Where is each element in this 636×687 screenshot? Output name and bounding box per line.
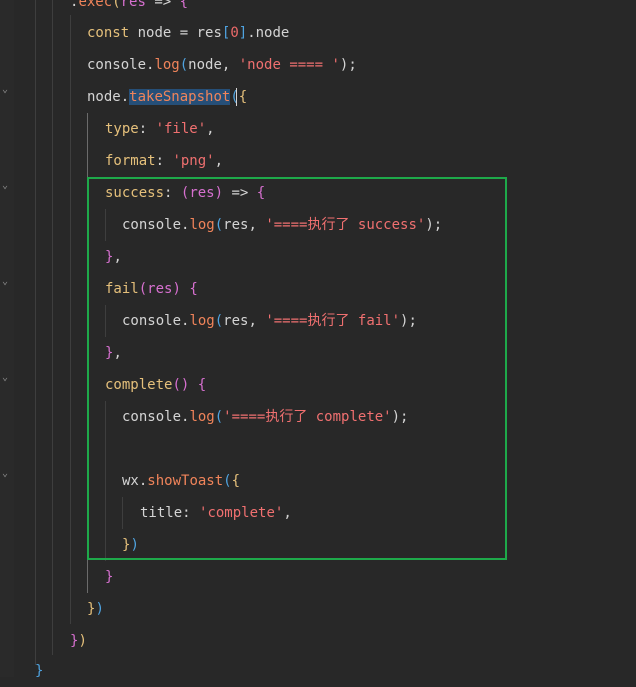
code-line: format: 'png', xyxy=(105,145,223,177)
code-token: , xyxy=(206,121,215,137)
fold-chevron-icon[interactable]: ⌄ xyxy=(2,277,11,287)
selected-token[interactable]: takeSnapshot xyxy=(129,89,231,105)
code-line: const node = res[0].node xyxy=(87,17,289,49)
code-token: ] xyxy=(238,25,248,41)
fold-chevron-icon[interactable]: ⌄ xyxy=(2,373,11,383)
code-token: ); xyxy=(339,57,357,73)
code-token: { xyxy=(238,89,248,105)
fold-chevron-icon[interactable]: ⌄ xyxy=(2,469,11,479)
code-token: { xyxy=(179,0,189,10)
code-token: 'png' xyxy=(172,153,215,169)
code-token: log xyxy=(154,57,180,73)
code-token: node, xyxy=(188,57,239,73)
code-token: : xyxy=(138,121,156,137)
code-line: .exec(res => { xyxy=(70,0,188,18)
code-token: .node xyxy=(247,25,290,41)
code-token: 'node ==== ' xyxy=(238,57,340,73)
code-editor[interactable]: ⌄ ⌄ ⌄ ⌄ ⌄ .exec(res => { const node = re… xyxy=(0,0,636,679)
code-token: } xyxy=(105,569,114,585)
code-line: node.takeSnapshot({ xyxy=(87,81,247,113)
code-line: }) xyxy=(87,593,104,625)
code-token: console. xyxy=(87,57,155,73)
code-token: : xyxy=(155,153,173,169)
code-line: } xyxy=(105,561,113,593)
code-token: node. xyxy=(87,89,130,105)
fold-chevron-icon[interactable]: ⌄ xyxy=(2,181,11,191)
code-token: ) xyxy=(78,633,87,649)
code-token: const xyxy=(87,25,130,41)
text-cursor xyxy=(236,88,237,106)
code-line: type: 'file', xyxy=(105,113,215,145)
fold-chevron-icon[interactable]: ⌄ xyxy=(2,85,11,95)
code-token: => xyxy=(145,0,180,10)
code-token: , xyxy=(214,153,224,169)
indent-guide xyxy=(52,0,53,655)
code-token: ) xyxy=(95,601,104,617)
code-token: node = res xyxy=(129,25,222,41)
indent-guide xyxy=(35,0,36,665)
code-token: type xyxy=(105,121,139,137)
annotation-highlight-box xyxy=(87,177,507,560)
code-token: 'file' xyxy=(155,121,207,137)
code-line: console.log(node, 'node ==== '); xyxy=(87,49,357,81)
code-token: ( xyxy=(179,57,189,73)
code-line: } xyxy=(35,655,43,687)
code-line: }) xyxy=(70,625,87,657)
code-token: ( xyxy=(230,89,239,105)
code-token: exec xyxy=(78,0,113,10)
code-token: 0 xyxy=(230,25,239,41)
code-token: ( xyxy=(112,0,121,10)
indent-guide xyxy=(70,15,71,624)
editor-gutter xyxy=(0,0,14,677)
code-token: res xyxy=(120,0,146,10)
code-token: format xyxy=(105,153,156,169)
